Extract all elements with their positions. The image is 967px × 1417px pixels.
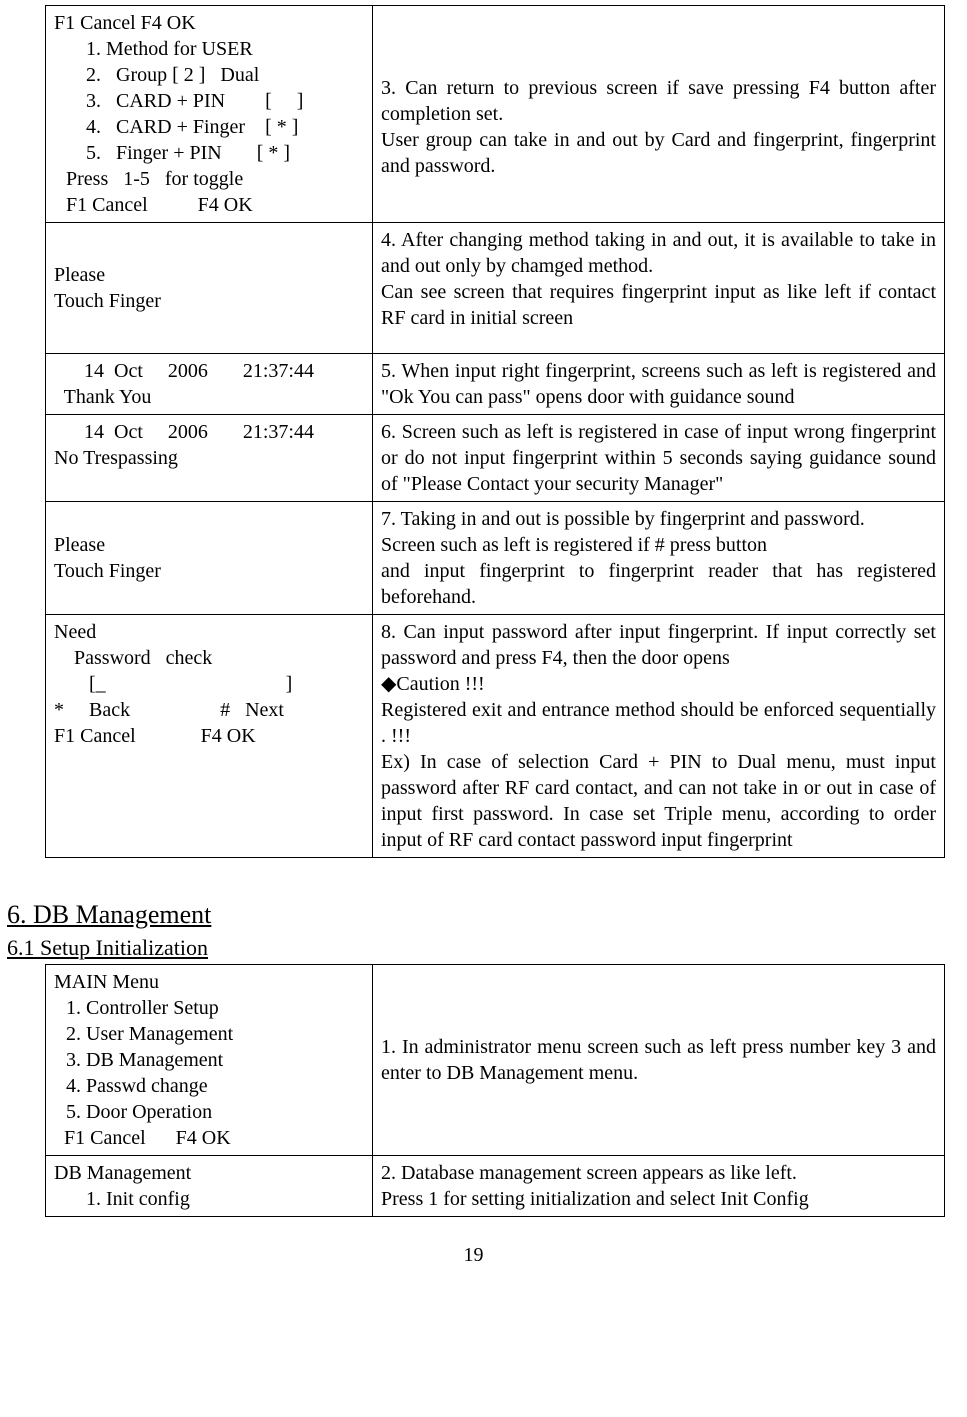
desc-8-line4: Ex) In case of selection Card + PIN to D… <box>381 749 936 853</box>
screen-no-trespassing: 14 Oct 2006 21:37:44 No Trespassing <box>46 415 373 502</box>
row-7: Please Touch Finger 7. Taking in and out… <box>46 502 945 615</box>
timestamp-2: 14 Oct 2006 21:37:44 <box>54 419 364 445</box>
menu-item-2: 2. Group [ 2 ] Dual <box>54 62 364 88</box>
desc-6-2-text: 2. Database management screen appears as… <box>381 1162 809 1210</box>
desc-4-text: 4. After changing method taking in and o… <box>381 229 936 329</box>
desc-6-text: 6. Screen such as left is registered in … <box>381 421 936 495</box>
line2: Touch Finger <box>54 288 364 314</box>
row-6: 14 Oct 2006 21:37:44 No Trespassing 6. S… <box>46 415 945 502</box>
line2b: Touch Finger <box>54 558 364 584</box>
desc-8-line1: 8. Can input password after input finger… <box>381 619 936 671</box>
desc-8-line3: Registered exit and entrance method shou… <box>381 697 936 749</box>
section6-table: MAIN Menu 1. Controller Setup 2. User Ma… <box>45 964 945 1217</box>
mm-item-1: 1. Controller Setup <box>54 995 364 1021</box>
section5-table: F1 Cancel F4 OK 1. Method for USER 2. Gr… <box>45 5 945 858</box>
screen-main-menu: MAIN Menu 1. Controller Setup 2. User Ma… <box>46 965 373 1156</box>
need: Need <box>54 619 364 645</box>
footer-line: F1 Cancel F4 OK <box>54 192 364 218</box>
row-6-1: MAIN Menu 1. Controller Setup 2. User Ma… <box>46 965 945 1156</box>
desc-7: 7. Taking in and out is possible by fing… <box>373 502 945 615</box>
row-8: Need Password check [_ ] * Back # Next F… <box>46 615 945 858</box>
password-check-label: Password check <box>54 645 364 671</box>
toggle-hint: Press 1-5 for toggle <box>54 166 364 192</box>
desc-3-text: 3. Can return to previous screen if save… <box>381 75 936 179</box>
mm-item-4: 4. Passwd change <box>54 1073 364 1099</box>
mm-footer: F1 Cancel F4 OK <box>54 1125 364 1151</box>
screen-touch-finger-1: Please Touch Finger <box>46 223 373 354</box>
screen-method-user: F1 Cancel F4 OK 1. Method for USER 2. Gr… <box>46 6 373 223</box>
page-number: 19 <box>5 1242 942 1268</box>
menu-item-4: 4. CARD + Finger [ * ] <box>54 114 364 140</box>
db-mgmt-title: DB Management <box>54 1160 364 1186</box>
main-menu-title: MAIN Menu <box>54 969 364 995</box>
line1b: Please <box>54 532 364 558</box>
back-next-hint: * Back # Next <box>54 697 364 723</box>
mm-item-5: 5. Door Operation <box>54 1099 364 1125</box>
desc-6: 6. Screen such as left is registered in … <box>373 415 945 502</box>
no-trespassing: No Trespassing <box>54 445 364 471</box>
desc-6-1-text: 1. In administrator menu screen such as … <box>381 1036 936 1084</box>
header-line: F1 Cancel F4 OK <box>54 10 364 36</box>
row-5: 14 Oct 2006 21:37:44 Thank You 5. When i… <box>46 354 945 415</box>
menu-item-1: 1. Method for USER <box>54 36 364 62</box>
desc-5-text: 5. When input right fingerprint, screens… <box>381 360 936 408</box>
row-6-2: DB Management 1. Init config 2. Database… <box>46 1156 945 1217</box>
mm-item-3: 3. DB Management <box>54 1047 364 1073</box>
desc-4: 4. After changing method taking in and o… <box>373 223 945 354</box>
desc-6-2: 2. Database management screen appears as… <box>373 1156 945 1217</box>
desc-3: 3. Can return to previous screen if save… <box>373 6 945 223</box>
screen-thank-you: 14 Oct 2006 21:37:44 Thank You <box>46 354 373 415</box>
screen-db-management: DB Management 1. Init config <box>46 1156 373 1217</box>
cancel-ok-hint: F1 Cancel F4 OK <box>54 723 364 749</box>
row-3: F1 Cancel F4 OK 1. Method for USER 2. Gr… <box>46 6 945 223</box>
db-item-1: 1. Init config <box>54 1186 364 1212</box>
timestamp-1: 14 Oct 2006 21:37:44 <box>54 358 364 384</box>
desc-8: 8. Can input password after input finger… <box>373 615 945 858</box>
screen-password-check: Need Password check [_ ] * Back # Next F… <box>46 615 373 858</box>
menu-item-3: 3. CARD + PIN [ ] <box>54 88 364 114</box>
mm-item-2: 2. User Management <box>54 1021 364 1047</box>
row-4: Please Touch Finger 4. After changing me… <box>46 223 945 354</box>
desc-8-caution: ◆Caution !!! <box>381 671 936 697</box>
desc-6-1: 1. In administrator menu screen such as … <box>373 965 945 1156</box>
section-6-1-heading: 6.1 Setup Initialization <box>7 934 942 963</box>
password-input-field: [_ ] <box>54 671 364 697</box>
desc-7-text: 7. Taking in and out is possible by fing… <box>381 508 936 608</box>
desc-5: 5. When input right fingerprint, screens… <box>373 354 945 415</box>
screen-touch-finger-2: Please Touch Finger <box>46 502 373 615</box>
section-6-heading: 6. DB Management <box>7 898 942 932</box>
thank-you: Thank You <box>54 384 364 410</box>
line1: Please <box>54 262 364 288</box>
menu-item-5: 5. Finger + PIN [ * ] <box>54 140 364 166</box>
